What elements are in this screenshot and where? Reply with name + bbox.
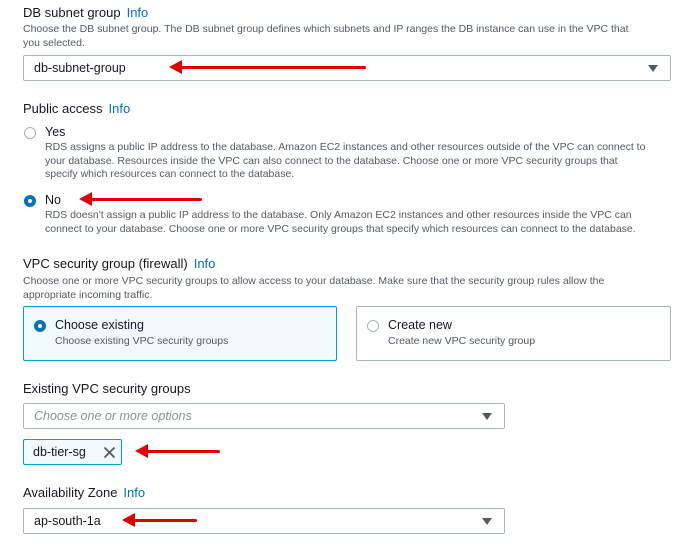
db-subnet-group-label: DB subnet group Info bbox=[23, 5, 148, 20]
existing-sg-select[interactable]: Choose one or more options bbox=[23, 403, 505, 429]
no-desc-line1: RDS doesn't assign a public IP address t… bbox=[45, 209, 632, 221]
close-icon[interactable] bbox=[103, 446, 116, 459]
db-subnet-selected-value: db-subnet-group bbox=[34, 61, 126, 75]
public-access-no-description: RDS doesn't assign a public IP address t… bbox=[45, 209, 685, 236]
annotation-arrow bbox=[122, 513, 197, 527]
create-new-desc: Create new VPC security group bbox=[388, 335, 536, 347]
choose-existing-tile[interactable]: Choose existing Choose existing VPC secu… bbox=[23, 306, 337, 361]
public-access-yes-radio[interactable] bbox=[24, 127, 36, 139]
availability-zone-label: Availability Zone Info bbox=[23, 485, 145, 500]
choose-existing-radio[interactable] bbox=[34, 320, 46, 332]
yes-desc-line2: your database. Resources inside the VPC … bbox=[45, 154, 618, 167]
vpc-sg-info-link[interactable]: Info bbox=[194, 256, 216, 271]
public-access-info-link[interactable]: Info bbox=[108, 101, 130, 116]
vpc-security-group-label: VPC security group (firewall) Info bbox=[23, 256, 215, 271]
public-access-yes-label: Yes bbox=[45, 125, 66, 139]
create-new-tile[interactable]: Create new Create new VPC security group bbox=[356, 306, 671, 361]
public-access-title: Public access bbox=[23, 101, 103, 116]
db-subnet-desc-line1: Choose the DB subnet group. The DB subne… bbox=[23, 23, 629, 35]
vpc-sg-title: VPC security group (firewall) bbox=[23, 256, 188, 271]
token-label: db-tier-sg bbox=[33, 445, 86, 459]
security-group-token: db-tier-sg bbox=[23, 439, 122, 465]
caret-down-icon bbox=[482, 413, 492, 420]
vpc-sg-desc-line1: Choose one or more VPC security groups t… bbox=[23, 275, 605, 287]
no-desc-line2: connect to your database. Choose one or … bbox=[45, 222, 636, 235]
annotation-arrow bbox=[169, 60, 366, 74]
public-access-yes-description: RDS assigns a public IP address to the d… bbox=[45, 141, 685, 182]
db-subnet-title: DB subnet group bbox=[23, 5, 121, 20]
annotation-arrow bbox=[135, 444, 220, 458]
choose-existing-label: Choose existing bbox=[55, 318, 144, 332]
existing-sg-label: Existing VPC security groups bbox=[23, 381, 191, 396]
public-access-no-radio[interactable] bbox=[24, 195, 36, 207]
db-subnet-description: Choose the DB subnet group. The DB subne… bbox=[23, 23, 683, 50]
choose-existing-desc: Choose existing VPC security groups bbox=[55, 335, 229, 347]
db-subnet-info-link[interactable]: Info bbox=[127, 5, 149, 20]
caret-down-icon bbox=[482, 518, 492, 525]
vpc-sg-desc-line2: appropriate incoming traffic. bbox=[23, 288, 153, 301]
caret-down-icon bbox=[648, 65, 658, 72]
az-info-link[interactable]: Info bbox=[123, 485, 145, 500]
availability-zone-select[interactable]: ap-south-1a bbox=[23, 508, 505, 534]
annotation-arrow bbox=[79, 192, 202, 206]
create-new-label: Create new bbox=[388, 318, 452, 332]
db-subnet-desc-line2: you selected. bbox=[23, 36, 85, 49]
yes-desc-line3: specify which resources can connect to t… bbox=[45, 168, 295, 181]
public-access-no-label: No bbox=[45, 193, 61, 207]
existing-sg-placeholder: Choose one or more options bbox=[34, 409, 192, 423]
az-title: Availability Zone bbox=[23, 485, 118, 500]
yes-desc-line1: RDS assigns a public IP address to the d… bbox=[45, 141, 646, 153]
vpc-sg-description: Choose one or more VPC security groups t… bbox=[23, 275, 683, 302]
public-access-label: Public access Info bbox=[23, 101, 130, 116]
create-new-radio[interactable] bbox=[367, 320, 379, 332]
az-selected-value: ap-south-1a bbox=[34, 514, 101, 528]
